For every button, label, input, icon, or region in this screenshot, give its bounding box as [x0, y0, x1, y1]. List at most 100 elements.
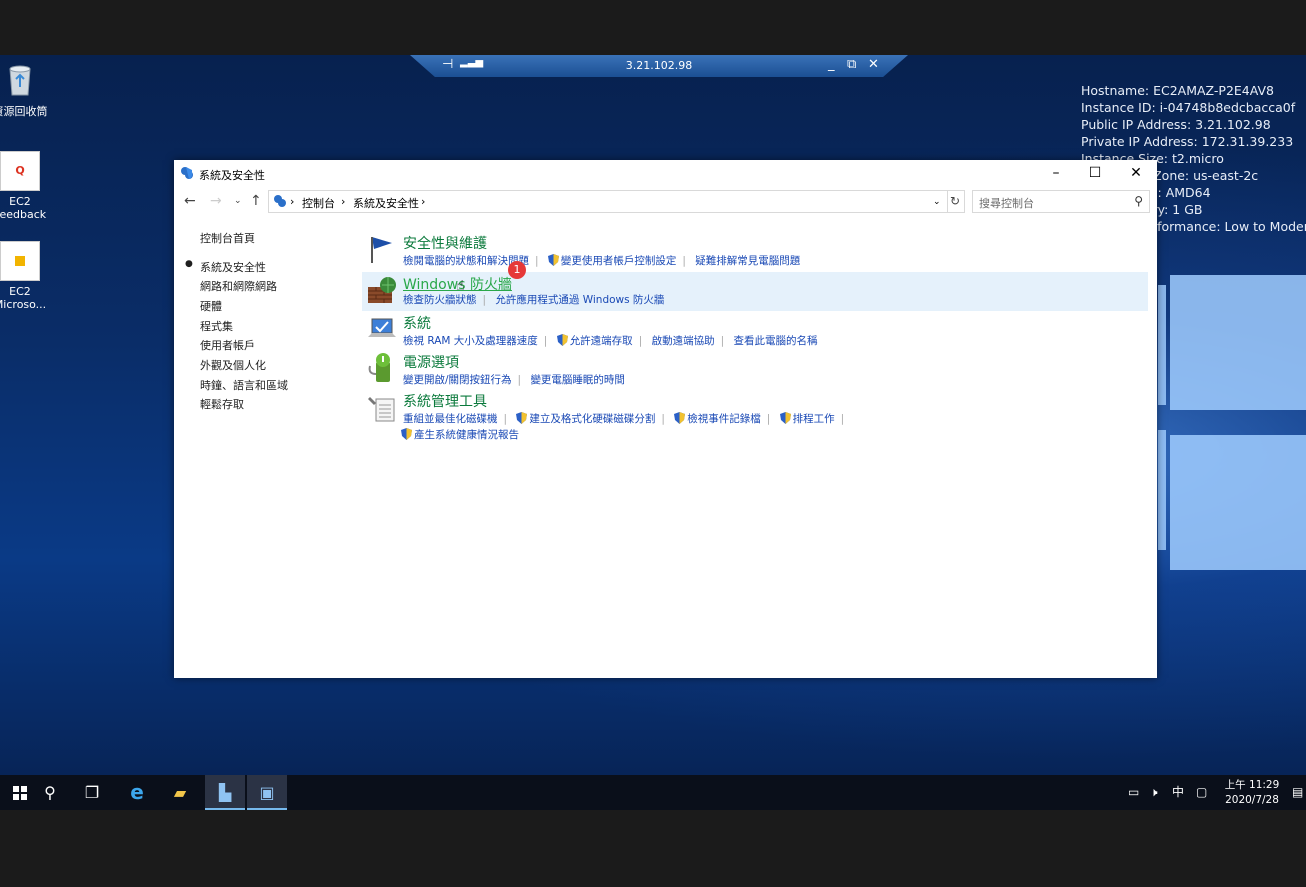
title-bar[interactable]: 系統及安全性 – ☐ ✕	[174, 160, 1157, 186]
link-disk-partitions[interactable]: 建立及格式化硬碟磁碟分割	[529, 413, 655, 425]
rdp-connection-bar[interactable]: ⊣ ▂▃▅ 3.21.102.98 _ ⧉ ✕	[410, 55, 908, 77]
nav-hardware[interactable]: 硬體	[200, 298, 222, 314]
nav-system-security[interactable]: ● 系統及安全性	[185, 259, 266, 275]
recycle-bin-icon[interactable]: 資源回收筒	[0, 61, 50, 119]
nav-label: 系統及安全性	[200, 261, 266, 274]
category-links: 變更開啟/關閉按鈕行為 | 變更電腦睡眠的時間	[403, 374, 625, 386]
desktop-icon-label: EC2 Feedback	[0, 195, 47, 221]
uac-shield-icon	[547, 254, 559, 266]
category-title[interactable]: 系統	[403, 313, 431, 333]
breadcrumb-separator: ›	[341, 195, 346, 208]
category-links: 重組並最佳化磁碟機 | 建立及格式化硬碟磁碟分割 | 檢視事件記錄檔 | 排程工作 |	[403, 412, 845, 425]
volume-muted-icon[interactable]: 🕨	[1150, 775, 1158, 810]
search-icon[interactable]: ⚲	[30, 775, 70, 810]
nav-appearance[interactable]: 外觀及個人化	[200, 357, 266, 373]
firewall-icon	[368, 277, 396, 303]
category-title[interactable]: 安全性與維護	[403, 233, 487, 253]
link-event-logs[interactable]: 檢視事件記錄檔	[687, 413, 761, 425]
nav-programs[interactable]: 程式集	[200, 318, 233, 334]
chevron-down-icon[interactable]: ⌄	[933, 197, 941, 207]
file-explorer-icon[interactable]: ▰	[160, 775, 200, 810]
category-system: 系統 檢視 RAM 大小及處理器速度 | 允許遠端存取 | 啟動遠端協助 | 查看此電…	[362, 313, 1148, 349]
up-icon[interactable]: ↑	[250, 193, 262, 209]
link-uac-settings[interactable]: 變更使用者帳戶控制設定	[561, 255, 677, 267]
computer-icon	[368, 318, 396, 337]
category-windows-firewall[interactable]: Windows 防火牆 檢查防火牆狀態 | 允許應用程式通過 Windows 防火…	[362, 272, 1148, 311]
ec2-feedback-icon[interactable]: Q EC2 Feedback	[0, 151, 50, 221]
control-panel-icon	[181, 167, 193, 179]
breadcrumb[interactable]: › 控制台 › 系統及安全性 › ⌄	[268, 190, 948, 213]
search-placeholder: 搜尋控制台	[979, 197, 1034, 210]
link-computer-name[interactable]: 查看此電腦的名稱	[733, 335, 817, 347]
windows-logo	[1158, 275, 1306, 570]
admin-tools-icon	[368, 397, 395, 422]
link-remote-assistance[interactable]: 啟動遠端協助	[652, 335, 715, 347]
nav-control-panel-home[interactable]: 控制台首頁	[200, 230, 255, 246]
forward-icon[interactable]: →	[210, 193, 222, 209]
desktop-icon-label: EC2 Microso...	[0, 285, 47, 311]
link-troubleshoot[interactable]: 疑難排解常見電腦問題	[695, 255, 800, 267]
recent-dropdown-icon[interactable]: ⌄	[234, 196, 242, 206]
flag-icon	[371, 237, 392, 263]
ime-mode-icon[interactable]: ▢	[1196, 775, 1207, 810]
link-power-button[interactable]: 變更開啟/關閉按鈕行為	[403, 374, 512, 386]
internet-explorer-icon[interactable]: e	[117, 775, 157, 810]
category-security-maintenance: 安全性與維護 檢閱電腦的狀態和解決問題 | 變更使用者帳戶控制設定 | 疑難排解常見…	[362, 233, 1148, 269]
refresh-icon[interactable]: ↻	[946, 190, 965, 213]
minimize-icon[interactable]: _	[828, 57, 835, 72]
address-bar-row: ← → ⌄ ↑ › 控制台 › 系統及安全性 › ⌄ ↻ 搜尋控制台 ⚲	[174, 189, 1157, 213]
link-scheduled-tasks[interactable]: 排程工作	[793, 413, 835, 425]
category-links-row2: 產生系統健康情況報告	[401, 427, 519, 442]
nav-network-internet[interactable]: 網路和網際網路	[200, 278, 277, 294]
restore-icon[interactable]: ⧉	[847, 57, 856, 72]
ime-indicator[interactable]: 中	[1172, 775, 1184, 810]
taskbar: ⚲ ❐ e ▰ ▙ ▣ ▭ 🕨 中 ▢ 上午 11:29 2020/7/28 ▤	[0, 775, 1306, 810]
desktop-icon-label: 資源回收筒	[0, 105, 48, 118]
category-links: 檢查防火牆狀態 | 允許應用程式通過 Windows 防火牆	[403, 294, 665, 306]
link-sleep-time[interactable]: 變更電腦睡眠的時間	[530, 374, 625, 386]
power-icon	[368, 353, 390, 382]
step-badge: 1	[508, 261, 526, 279]
window-title: 系統及安全性	[199, 169, 265, 182]
windows-start-icon	[13, 786, 27, 800]
link-firewall-status[interactable]: 檢查防火牆狀態	[403, 294, 477, 306]
clock-time: 上午 11:29	[1224, 779, 1280, 791]
breadcrumb-item[interactable]: 系統及安全性	[353, 195, 419, 211]
category-title[interactable]: 系統管理工具	[403, 391, 487, 411]
link-allow-app-firewall[interactable]: 允許應用程式通過 Windows 防火牆	[495, 294, 664, 306]
link-remote-access[interactable]: 允許遠端存取	[570, 335, 633, 347]
nav-ease-of-access[interactable]: 輕鬆存取	[200, 396, 244, 412]
category-title[interactable]: 電源選項	[403, 352, 459, 372]
close-button[interactable]: ✕	[1116, 160, 1156, 186]
clock[interactable]: 上午 11:29 2020/7/28	[1222, 778, 1282, 808]
notification-icon[interactable]: ▤	[1292, 775, 1303, 810]
uac-shield-icon	[401, 428, 412, 440]
uac-shield-icon	[556, 334, 568, 346]
control-panel-icon	[274, 195, 286, 207]
category-administrative-tools: 系統管理工具 重組並最佳化磁碟機 | 建立及格式化硬碟磁碟分割 | 檢視事件記錄檔 |…	[362, 391, 1148, 443]
search-icon: ⚲	[1134, 194, 1143, 208]
task-view-icon[interactable]: ❐	[72, 775, 112, 810]
breadcrumb-separator: ›	[290, 195, 295, 208]
maximize-button[interactable]: ☐	[1075, 160, 1115, 186]
hand-cursor-icon: ☝	[456, 278, 465, 294]
minimize-button[interactable]: –	[1036, 160, 1076, 186]
link-view-ram[interactable]: 檢視 RAM 大小及處理器速度	[403, 335, 538, 347]
network-icon[interactable]: ▭	[1128, 775, 1139, 810]
link-defrag[interactable]: 重組並最佳化磁碟機	[403, 413, 498, 425]
breadcrumb-item[interactable]: 控制台	[302, 195, 335, 211]
nav-user-accounts[interactable]: 使用者帳戶	[200, 337, 255, 353]
nav-clock-language-region[interactable]: 時鐘、語言和區域	[200, 377, 288, 393]
server-manager-icon[interactable]: ▙	[205, 775, 245, 810]
search-input[interactable]: 搜尋控制台 ⚲	[972, 190, 1150, 213]
back-icon[interactable]: ←	[184, 193, 196, 209]
uac-shield-icon	[674, 412, 686, 424]
control-panel-taskbar-icon[interactable]: ▣	[247, 775, 287, 810]
uac-shield-icon	[779, 412, 791, 424]
current-bullet-icon: ●	[185, 259, 193, 269]
close-icon[interactable]: ✕	[868, 57, 879, 72]
ec2-microsoft-icon[interactable]: EC2 Microso...	[0, 241, 50, 311]
category-links: 檢閱電腦的狀態和解決問題 | 變更使用者帳戶控制設定 | 疑難排解常見電腦問題	[403, 254, 801, 267]
link-health-report[interactable]: 產生系統健康情況報告	[414, 429, 519, 441]
category-power-options: 電源選項 變更開啟/關閉按鈕行為 | 變更電腦睡眠的時間	[362, 352, 1148, 388]
